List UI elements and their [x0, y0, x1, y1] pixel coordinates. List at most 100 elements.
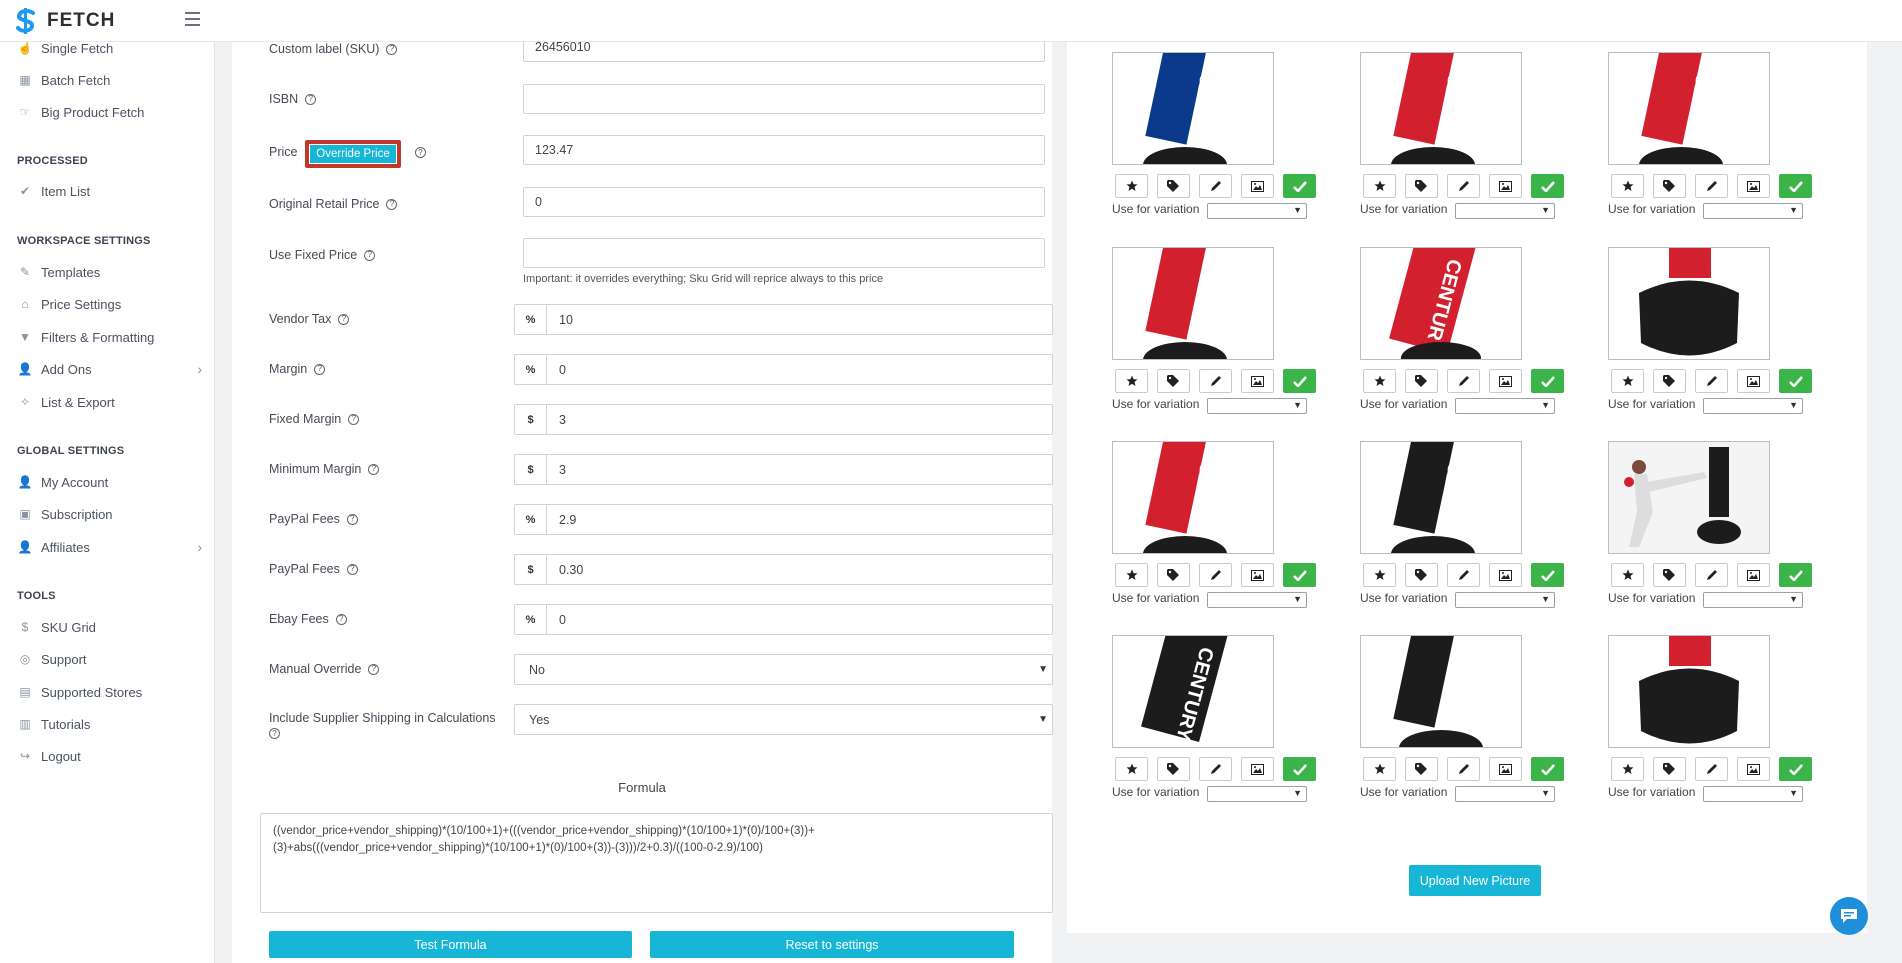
image-button[interactable]: [1241, 563, 1274, 587]
help-icon[interactable]: ?: [386, 43, 398, 55]
product-image[interactable]: CENTURY: [1608, 52, 1770, 165]
chat-widget-button[interactable]: [1830, 897, 1868, 935]
image-button[interactable]: [1737, 369, 1770, 393]
edit-button[interactable]: [1199, 563, 1232, 587]
product-image[interactable]: [1112, 247, 1274, 360]
sidebar-item-sku-grid[interactable]: $ SKU Grid: [17, 617, 202, 637]
help-icon[interactable]: ?: [346, 563, 358, 575]
image-button[interactable]: [1241, 174, 1274, 198]
select-button[interactable]: [1779, 174, 1812, 198]
tag-button[interactable]: [1653, 174, 1686, 198]
image-button[interactable]: [1241, 369, 1274, 393]
vendor-tax-input-group[interactable]: % 10: [514, 304, 1053, 335]
sidebar-item-item-list[interactable]: ✔ Item List: [17, 181, 202, 201]
help-icon[interactable]: ?: [415, 147, 426, 158]
sidebar-item-templates[interactable]: ✎ Templates: [17, 262, 202, 282]
select-button[interactable]: [1779, 563, 1812, 587]
paypal-percent-value[interactable]: 2.9: [547, 505, 1052, 534]
select-button[interactable]: [1283, 174, 1316, 198]
select-button[interactable]: [1779, 757, 1812, 781]
help-icon[interactable]: ?: [269, 728, 280, 739]
select-button[interactable]: [1531, 369, 1564, 393]
tag-button[interactable]: [1405, 174, 1438, 198]
product-image[interactable]: CENTURY: [1112, 52, 1274, 165]
set-main-button[interactable]: [1611, 757, 1644, 781]
tag-button[interactable]: [1157, 757, 1190, 781]
isbn-input[interactable]: [523, 84, 1045, 114]
product-image[interactable]: CENTURY: [1112, 635, 1274, 748]
sidebar-item-list-export[interactable]: ✧ List & Export: [17, 392, 202, 412]
image-button[interactable]: [1489, 757, 1522, 781]
variation-select[interactable]: ▼: [1207, 203, 1307, 219]
product-image[interactable]: CENTURY: [1360, 441, 1522, 554]
test-formula-button[interactable]: Test Formula: [269, 931, 632, 958]
ebay-fees-value[interactable]: 0: [547, 605, 1052, 634]
select-button[interactable]: [1283, 757, 1316, 781]
help-icon[interactable]: ?: [386, 198, 398, 210]
image-button[interactable]: [1241, 757, 1274, 781]
fixed-margin-input-group[interactable]: $3: [514, 404, 1053, 435]
sidebar-item-supported-stores[interactable]: ▤ Supported Stores: [17, 682, 202, 702]
variation-select[interactable]: ▼: [1703, 786, 1803, 802]
image-button[interactable]: [1737, 563, 1770, 587]
set-main-button[interactable]: [1611, 174, 1644, 198]
original-retail-input[interactable]: 0: [523, 187, 1045, 217]
variation-select[interactable]: ▼: [1455, 592, 1555, 608]
image-button[interactable]: [1489, 563, 1522, 587]
sidebar-item-batch-fetch[interactable]: ▦ Batch Fetch: [17, 70, 202, 90]
tag-button[interactable]: [1653, 563, 1686, 587]
sidebar-item-filters-formatting[interactable]: ▼ Filters & Formatting: [17, 327, 202, 347]
select-button[interactable]: [1531, 174, 1564, 198]
sidebar-item-logout[interactable]: ↪ Logout: [17, 746, 202, 766]
set-main-button[interactable]: [1363, 174, 1396, 198]
edit-button[interactable]: [1695, 563, 1728, 587]
variation-select[interactable]: ▼: [1207, 398, 1307, 414]
tag-button[interactable]: [1405, 369, 1438, 393]
edit-button[interactable]: [1695, 174, 1728, 198]
tag-button[interactable]: [1157, 563, 1190, 587]
edit-button[interactable]: [1695, 757, 1728, 781]
sidebar-item-my-account[interactable]: 👤 My Account: [17, 472, 202, 492]
select-button[interactable]: [1531, 757, 1564, 781]
set-main-button[interactable]: [1363, 563, 1396, 587]
menu-toggle-icon[interactable]: [185, 12, 200, 26]
paypal-percent-input-group[interactable]: % 2.9: [514, 504, 1053, 535]
minimum-margin-input-group[interactable]: $3: [514, 454, 1053, 485]
product-image[interactable]: [1608, 635, 1770, 748]
select-button[interactable]: [1283, 563, 1316, 587]
variation-select[interactable]: ▼: [1703, 203, 1803, 219]
set-main-button[interactable]: [1115, 757, 1148, 781]
include-shipping-select[interactable]: Yes ▼: [514, 704, 1053, 735]
image-button[interactable]: [1737, 757, 1770, 781]
image-button[interactable]: [1737, 174, 1770, 198]
margin-input-group[interactable]: % 0: [514, 354, 1053, 385]
help-icon[interactable]: ?: [305, 93, 317, 105]
image-button[interactable]: [1489, 369, 1522, 393]
tag-button[interactable]: [1405, 563, 1438, 587]
tag-button[interactable]: [1157, 174, 1190, 198]
variation-select[interactable]: ▼: [1703, 592, 1803, 608]
set-main-button[interactable]: [1115, 563, 1148, 587]
logo[interactable]: FETCH: [14, 7, 115, 34]
ebay-fees-input-group[interactable]: % 0: [514, 604, 1053, 635]
minimum-margin-value[interactable]: 3: [547, 455, 1052, 484]
variation-select[interactable]: ▼: [1455, 203, 1555, 219]
edit-button[interactable]: [1695, 369, 1728, 393]
variation-select[interactable]: ▼: [1455, 398, 1555, 414]
sidebar-item-big-product-fetch[interactable]: ☞ Big Product Fetch: [17, 102, 202, 122]
edit-button[interactable]: [1447, 174, 1480, 198]
product-image[interactable]: CENTURY: [1112, 441, 1274, 554]
edit-button[interactable]: [1199, 174, 1232, 198]
help-icon[interactable]: ?: [346, 513, 358, 525]
set-main-button[interactable]: [1611, 563, 1644, 587]
variation-select[interactable]: ▼: [1207, 592, 1307, 608]
fixed-margin-value[interactable]: 3: [547, 405, 1052, 434]
edit-button[interactable]: [1199, 757, 1232, 781]
tag-button[interactable]: [1157, 369, 1190, 393]
set-main-button[interactable]: [1363, 757, 1396, 781]
sidebar-item-subscription[interactable]: ▣ Subscription: [17, 504, 202, 524]
paypal-fixed-value[interactable]: 0.30: [547, 555, 1052, 584]
help-icon[interactable]: ?: [314, 363, 326, 375]
select-button[interactable]: [1779, 369, 1812, 393]
set-main-button[interactable]: [1611, 369, 1644, 393]
